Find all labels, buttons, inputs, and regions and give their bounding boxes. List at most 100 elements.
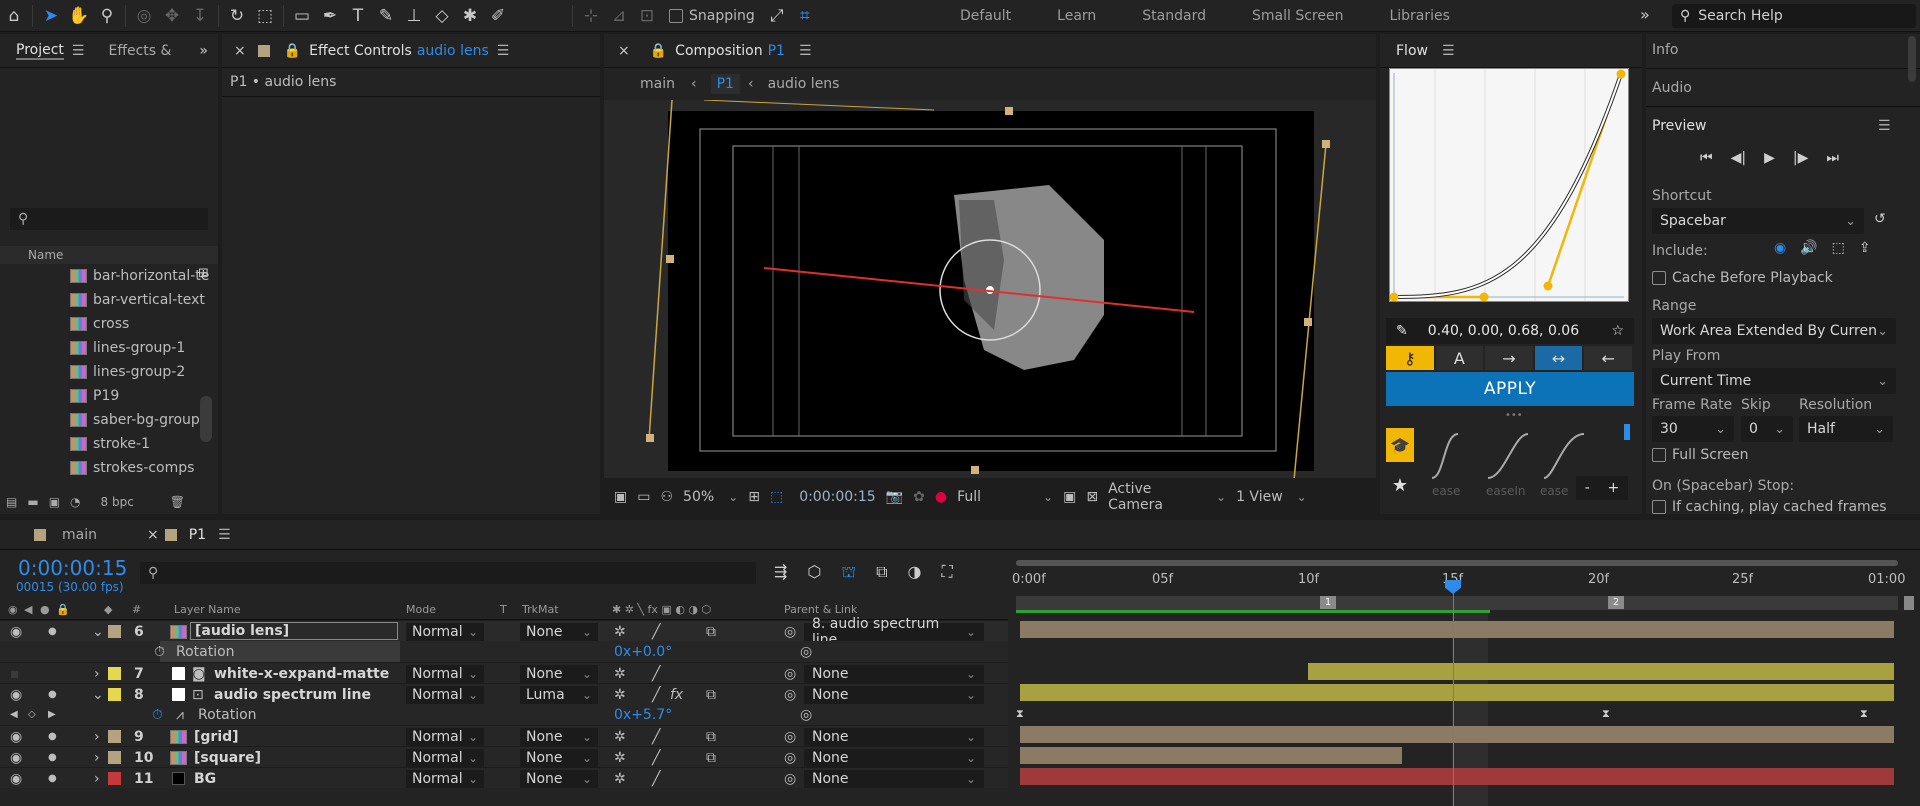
- composition-name[interactable]: P1: [768, 43, 785, 59]
- audio-panel-tab[interactable]: Audio: [1652, 80, 1692, 96]
- pickwhip-icon[interactable]: ◎: [784, 747, 796, 768]
- new-folder-icon[interactable]: ▬: [27, 495, 38, 509]
- stopwatch-icon[interactable]: ⏱: [154, 641, 165, 662]
- cache-checkbox[interactable]: [1652, 271, 1666, 285]
- preview-panel-title[interactable]: Preview: [1652, 118, 1707, 134]
- home-icon[interactable]: ⌂: [0, 2, 28, 30]
- label-color-swatch[interactable]: [108, 688, 121, 701]
- property-value[interactable]: 0x+5.7°: [614, 704, 672, 725]
- bezier-values[interactable]: 0.40, 0.00, 0.68, 0.06: [1428, 323, 1579, 339]
- layer-bar-bg[interactable]: [1020, 768, 1894, 785]
- layer-name[interactable]: BG: [194, 768, 216, 789]
- pickwhip-icon[interactable]: ◎: [800, 641, 812, 662]
- rectangle-tool-icon[interactable]: ▭: [288, 2, 316, 30]
- frame-blending-icon[interactable]: ⧉: [876, 562, 887, 583]
- parent-header[interactable]: Parent & Link: [784, 603, 857, 616]
- trkmat-select[interactable]: None: [520, 664, 598, 683]
- composition-canvas[interactable]: [604, 100, 1376, 478]
- mode-select[interactable]: Normal: [406, 727, 484, 746]
- world-axis-icon[interactable]: ⊿: [605, 2, 633, 30]
- pickwhip-icon[interactable]: ◎: [800, 704, 812, 725]
- star-icon[interactable]: ☆: [1611, 323, 1624, 339]
- audio-header-icon[interactable]: ◀: [24, 603, 32, 616]
- parent-select[interactable]: None: [804, 685, 984, 704]
- add-keyframe-icon[interactable]: ◇: [28, 704, 36, 725]
- view-axis-icon[interactable]: ⊡: [633, 2, 661, 30]
- transparency-grid-icon[interactable]: ⬚: [770, 489, 783, 505]
- zoom-select[interactable]: 50%: [683, 489, 738, 505]
- list-item[interactable]: stroke-1: [0, 432, 200, 456]
- play-from-select[interactable]: Current Time: [1652, 368, 1896, 394]
- layer-bar-white-x-expand-matte[interactable]: [1308, 663, 1894, 680]
- visibility-icon[interactable]: ◉: [10, 768, 22, 789]
- type-tool-icon[interactable]: T: [344, 2, 372, 30]
- quality-switch-icon[interactable]: ╱: [652, 663, 660, 684]
- effect-controls-layer[interactable]: audio lens: [417, 43, 489, 59]
- include-overlays-icon[interactable]: ⬚: [1832, 240, 1845, 256]
- last-frame-icon[interactable]: ⏭: [1826, 150, 1839, 166]
- flow-title[interactable]: Flow: [1396, 43, 1428, 59]
- arrow-both-icon[interactable]: ↔: [1534, 346, 1583, 370]
- table-row[interactable]: ◉ ● › 9 [grid] Normal None ✲ ╱ ⧉ ◎ None: [0, 725, 1008, 746]
- include-audio-icon[interactable]: 🔊: [1800, 240, 1817, 256]
- workspace-overflow-icon[interactable]: »: [1640, 5, 1650, 24]
- trash-icon[interactable]: 🗑: [170, 495, 185, 509]
- motion-blur-switch-icon[interactable]: ⧉: [706, 684, 716, 705]
- composition-viewer[interactable]: [604, 100, 1376, 478]
- include-video-icon[interactable]: ◉: [1774, 240, 1786, 256]
- full-screen-checkbox[interactable]: [1652, 448, 1666, 462]
- composition-title[interactable]: Composition: [675, 43, 762, 59]
- mode-select[interactable]: Normal: [406, 664, 484, 683]
- zoom-out-button[interactable]: -: [1585, 480, 1590, 496]
- channel-icon[interactable]: ●: [935, 489, 947, 505]
- flow-learn-icon[interactable]: 🎓: [1386, 428, 1414, 462]
- arrow-left-icon[interactable]: ←: [1584, 346, 1632, 370]
- cache-before-playback[interactable]: Cache Before Playback: [1652, 270, 1833, 286]
- layer-bar-square[interactable]: [1020, 747, 1402, 764]
- table-row[interactable]: ▪ › 7 ◙ white-x-expand-matte Normal None…: [0, 662, 1008, 683]
- label-header-icon[interactable]: ◆: [104, 603, 112, 616]
- include-layer-controls-icon[interactable]: ⇪: [1859, 240, 1871, 256]
- list-item[interactable]: bar-vertical-text: [0, 288, 205, 312]
- label-color-swatch[interactable]: [108, 625, 121, 638]
- project-settings-icon[interactable]: ◔: [70, 495, 80, 509]
- range-select[interactable]: Work Area Extended By Current...: [1652, 318, 1896, 344]
- pickwhip-icon[interactable]: ◎: [784, 621, 796, 642]
- frame-rate-select[interactable]: 30: [1652, 416, 1734, 442]
- zoom-in-button[interactable]: +: [1607, 480, 1619, 496]
- flow-resize-handle[interactable]: •••: [1505, 410, 1523, 421]
- solo-icon[interactable]: ●: [48, 726, 57, 747]
- quality-switch-icon[interactable]: ╱: [652, 621, 660, 642]
- collapse-switch-icon[interactable]: ✲: [614, 726, 626, 747]
- selection-tool-icon[interactable]: ➤: [37, 2, 65, 30]
- preset-ease-in-label[interactable]: easeIn: [1486, 484, 1526, 498]
- list-item[interactable]: strokes-comps: [0, 456, 200, 480]
- t-header[interactable]: T: [500, 603, 507, 616]
- label-color-swatch[interactable]: [108, 751, 121, 764]
- zoom-tool-icon[interactable]: ⚲: [93, 2, 121, 30]
- shortcut-select[interactable]: Spacebar: [1652, 208, 1864, 234]
- expand-chevron-icon[interactable]: ⌄: [92, 684, 104, 705]
- workspace-standard[interactable]: Standard: [1142, 8, 1206, 24]
- list-item[interactable]: saber-bg-group: [0, 408, 200, 432]
- snap-edges-icon[interactable]: ⤢: [763, 2, 791, 30]
- label-color-swatch[interactable]: [108, 772, 121, 785]
- visibility-icon[interactable]: ◉: [10, 684, 22, 705]
- show-snapshot-icon[interactable]: ✿: [913, 489, 925, 505]
- visibility-header-icon[interactable]: ◉: [8, 603, 18, 616]
- work-area-bar[interactable]: [1016, 596, 1898, 610]
- draft-3d-icon[interactable]: ⬡: [807, 562, 821, 583]
- camera-select[interactable]: Active Camera: [1108, 481, 1226, 513]
- layer-bar-audio-lens[interactable]: [1020, 621, 1894, 638]
- expand-chevron-icon[interactable]: ›: [94, 726, 100, 747]
- masks-view-icon[interactable]: ⚇: [660, 489, 673, 505]
- solo-icon[interactable]: ●: [48, 747, 57, 768]
- table-row[interactable]: ◉ ● › 11 BG Normal None ✲ ╱ ◎ None: [0, 767, 1008, 788]
- close-icon[interactable]: ×: [147, 527, 159, 543]
- skip-select[interactable]: 0: [1741, 416, 1793, 442]
- reset-icon[interactable]: ↺: [1874, 211, 1886, 227]
- column-name-label[interactable]: Name: [28, 248, 63, 262]
- parent-select[interactable]: None: [804, 748, 984, 767]
- resolution-select[interactable]: Full: [957, 489, 1053, 505]
- trkmat-select[interactable]: None: [520, 769, 598, 788]
